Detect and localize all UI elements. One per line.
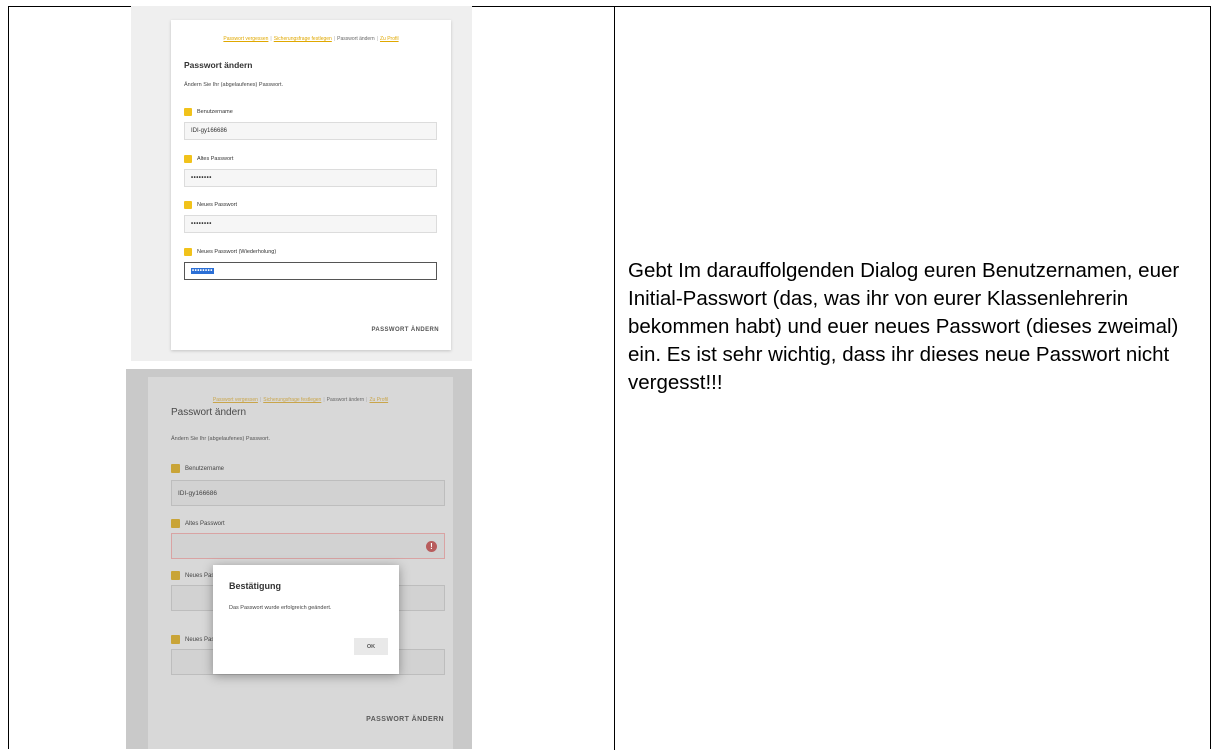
new-password-label: Neues Passwort <box>184 201 237 209</box>
badge-icon <box>184 155 192 163</box>
badge-icon <box>171 519 180 528</box>
old-password-label: Altes Passwort <box>184 155 233 163</box>
username-label: Benutzername <box>184 108 233 116</box>
error-icon: ! <box>426 541 437 552</box>
change-password-button[interactable]: PASSWORT ÄNDERN <box>366 716 444 723</box>
confirmation-dialog: Bestätigung Das Passwort wurde erfolgrei… <box>213 565 399 674</box>
old-password-field[interactable]: •••••••• <box>184 169 437 187</box>
password-card: Passwort vergessen | Sicherungsfrage festl… <box>171 20 451 350</box>
badge-icon <box>184 108 192 116</box>
nav-security-question[interactable]: Sicherungsfrage festlegen <box>274 36 332 42</box>
page-title: Passwort ändern <box>171 407 247 418</box>
ok-button[interactable]: OK <box>354 638 388 655</box>
repeat-password-field[interactable]: •••••••• <box>184 262 437 280</box>
nav-forgot-password[interactable]: Passwort vergessen <box>223 36 268 42</box>
username-label: Benutzername <box>171 464 224 473</box>
username-field[interactable]: IDI-gy166686 <box>171 480 445 506</box>
badge-icon <box>171 464 180 473</box>
intro-text: Ändern Sie Ihr (abgelaufenes) Passwort. <box>184 82 284 88</box>
dialog-message: Das Passwort wurde erfolgreich geändert. <box>229 605 332 611</box>
dialog-title: Bestätigung <box>229 581 282 591</box>
old-password-field[interactable]: ! <box>171 533 445 559</box>
intro-text: Ändern Sie Ihr (abgelaufenes) Passwort. <box>171 436 271 442</box>
nav-security-question[interactable]: Sicherungsfrage festlegen <box>263 397 321 403</box>
badge-icon <box>184 248 192 256</box>
top-nav: Passwort vergessen | Sicherungsfrage festl… <box>223 36 399 42</box>
badge-icon <box>171 635 180 644</box>
column-divider <box>614 7 615 750</box>
instruction-text: Gebt Im darauffolgenden Dialog euren Ben… <box>628 259 1180 394</box>
screenshot-confirmation: Passwort vergessen | Sicherungsfrage festl… <box>126 369 472 749</box>
nav-profile[interactable]: Zu Profil <box>369 397 388 403</box>
password-card-dimmed: Passwort vergessen | Sicherungsfrage festl… <box>148 377 453 749</box>
old-password-label: Altes Passwort <box>171 519 225 528</box>
badge-icon <box>171 571 180 580</box>
repeat-password-label: Neues Passwort (Wiederholung) <box>184 248 276 256</box>
screenshot-password-form: Passwort vergessen | Sicherungsfrage festl… <box>131 6 472 361</box>
nav-profile[interactable]: Zu Profil <box>380 36 399 42</box>
nav-forgot-password[interactable]: Passwort vergessen <box>213 397 258 403</box>
change-password-button[interactable]: PASSWORT ÄNDERN <box>371 327 439 333</box>
page-title: Passwort ändern <box>184 60 253 70</box>
username-field[interactable]: IDI-gy166686 <box>184 122 437 140</box>
nav-change-password: Passwort ändern <box>326 397 365 403</box>
new-password-field[interactable]: •••••••• <box>184 215 437 233</box>
top-nav: Passwort vergessen | Sicherungsfrage festl… <box>212 397 389 403</box>
badge-icon <box>184 201 192 209</box>
nav-change-password: Passwort ändern <box>337 36 375 42</box>
